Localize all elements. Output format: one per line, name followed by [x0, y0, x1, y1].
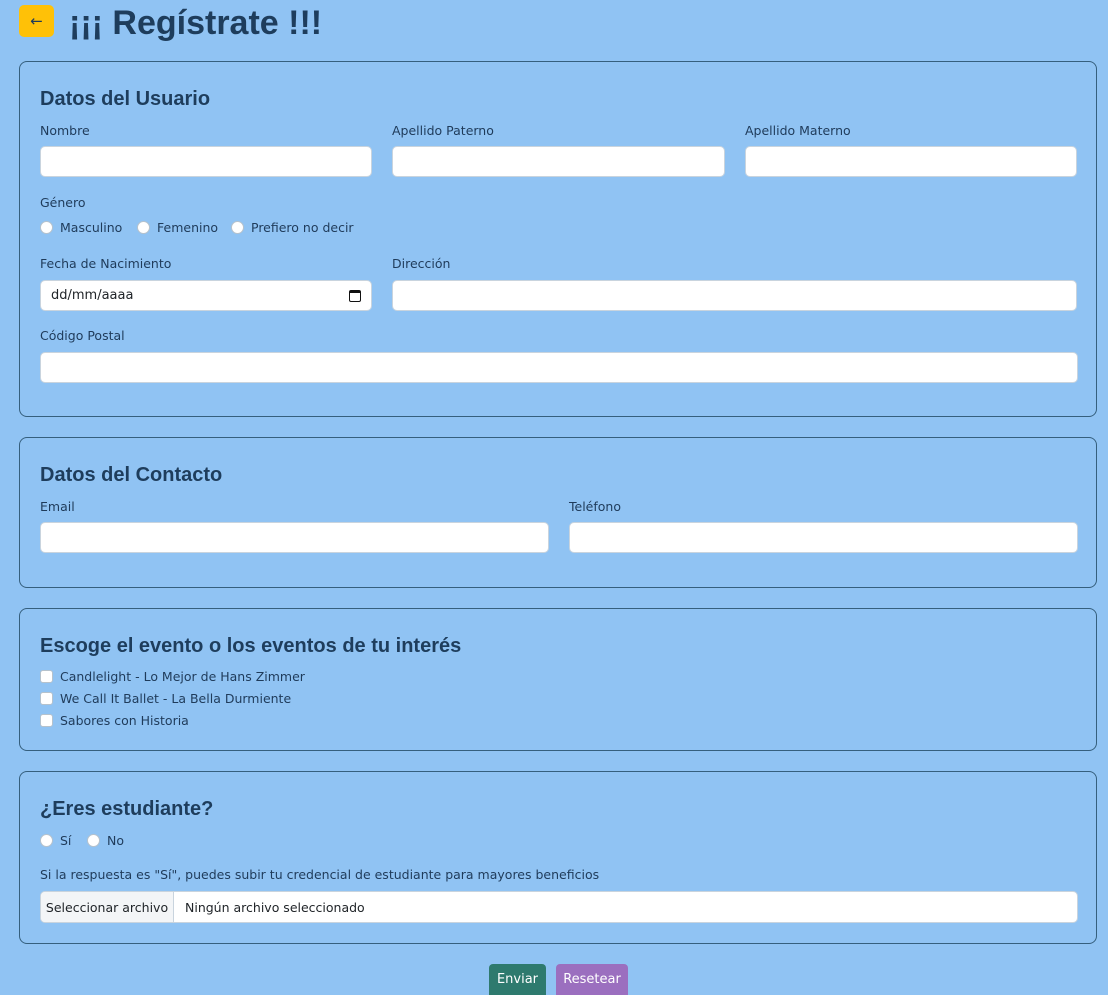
student-title: ¿Eres estudiante?	[40, 798, 214, 820]
date-placeholder: dd/mm/aaaa	[51, 288, 134, 303]
fecha-nacimiento-label: Fecha de Nacimiento	[40, 256, 172, 271]
radio-no[interactable]	[87, 834, 100, 847]
checkbox-sabores[interactable]	[40, 714, 53, 727]
student-option-label: Sí	[60, 833, 72, 848]
student-note: Si la respuesta es "Sí", puedes subir tu…	[40, 867, 600, 882]
calendar-icon[interactable]	[349, 289, 361, 302]
nombre-input[interactable]	[40, 146, 372, 177]
email-input[interactable]	[40, 522, 549, 553]
checkbox-ballet[interactable]	[40, 692, 53, 705]
radio-si[interactable]	[40, 834, 53, 847]
genero-option-label: Femenino	[157, 220, 219, 235]
email-label: Email	[40, 499, 75, 514]
contact-data-card: Datos del Contacto Email Teléfono	[19, 437, 1097, 588]
select-file-button[interactable]: Seleccionar archivo	[41, 892, 174, 922]
radio-prefiero-no-decir[interactable]	[231, 221, 244, 234]
submit-button[interactable]: Enviar	[489, 964, 546, 995]
student-option-si[interactable]: Sí	[40, 833, 71, 848]
radio-femenino[interactable]	[137, 221, 150, 234]
fecha-nacimiento-input[interactable]: dd/mm/aaaa	[40, 280, 372, 311]
checkbox-candlelight[interactable]	[40, 670, 53, 683]
student-card: ¿Eres estudiante? Sí No Si la respuesta …	[19, 771, 1097, 944]
event-option-candlelight[interactable]: Candlelight - Lo Mejor de Hans Zimmer	[40, 669, 305, 684]
telefono-label: Teléfono	[569, 499, 621, 514]
genero-option-masculino[interactable]: Masculino	[40, 220, 122, 235]
events-title: Escoge el evento o los eventos de tu int…	[40, 635, 462, 657]
genero-option-prefiero-no-decir[interactable]: Prefiero no decir	[231, 220, 354, 235]
apellido-materno-label: Apellido Materno	[745, 123, 851, 138]
nombre-label: Nombre	[40, 123, 90, 138]
file-status: Ningún archivo seleccionado	[185, 899, 365, 915]
apellido-materno-input[interactable]	[745, 146, 1077, 177]
radio-masculino[interactable]	[40, 221, 53, 234]
event-option-label: Sabores con Historia	[60, 713, 189, 728]
direccion-label: Dirección	[392, 256, 451, 271]
codigo-postal-label: Código Postal	[40, 328, 125, 343]
events-card: Escoge el evento o los eventos de tu int…	[19, 608, 1097, 751]
contact-data-title: Datos del Contacto	[40, 464, 223, 486]
event-option-label: Candlelight - Lo Mejor de Hans Zimmer	[60, 669, 305, 684]
direccion-input[interactable]	[392, 280, 1077, 311]
user-data-card: Datos del Usuario Nombre Apellido Patern…	[19, 61, 1097, 417]
genero-option-label: Masculino	[60, 220, 123, 235]
user-data-title: Datos del Usuario	[40, 88, 211, 110]
apellido-paterno-label: Apellido Paterno	[392, 123, 494, 138]
genero-option-femenino[interactable]: Femenino	[137, 220, 218, 235]
student-option-label: No	[107, 833, 124, 848]
event-option-sabores[interactable]: Sabores con Historia	[40, 713, 189, 728]
telefono-input[interactable]	[569, 522, 1078, 553]
credential-file-input[interactable]: Seleccionar archivo Ningún archivo selec…	[40, 891, 1078, 923]
event-option-label: We Call It Ballet - La Bella Durmiente	[60, 691, 292, 706]
arrow-left-icon: ←	[30, 12, 43, 30]
back-button[interactable]: ←	[19, 5, 54, 37]
genero-option-label: Prefiero no decir	[251, 220, 354, 235]
page-title: ¡¡¡ Regístrate !!!	[69, 4, 323, 42]
reset-button[interactable]: Resetear	[556, 964, 628, 995]
apellido-paterno-input[interactable]	[392, 146, 725, 177]
event-option-ballet[interactable]: We Call It Ballet - La Bella Durmiente	[40, 691, 291, 706]
student-option-no[interactable]: No	[87, 833, 124, 848]
genero-label: Género	[40, 195, 86, 210]
codigo-postal-input[interactable]	[40, 352, 1078, 383]
